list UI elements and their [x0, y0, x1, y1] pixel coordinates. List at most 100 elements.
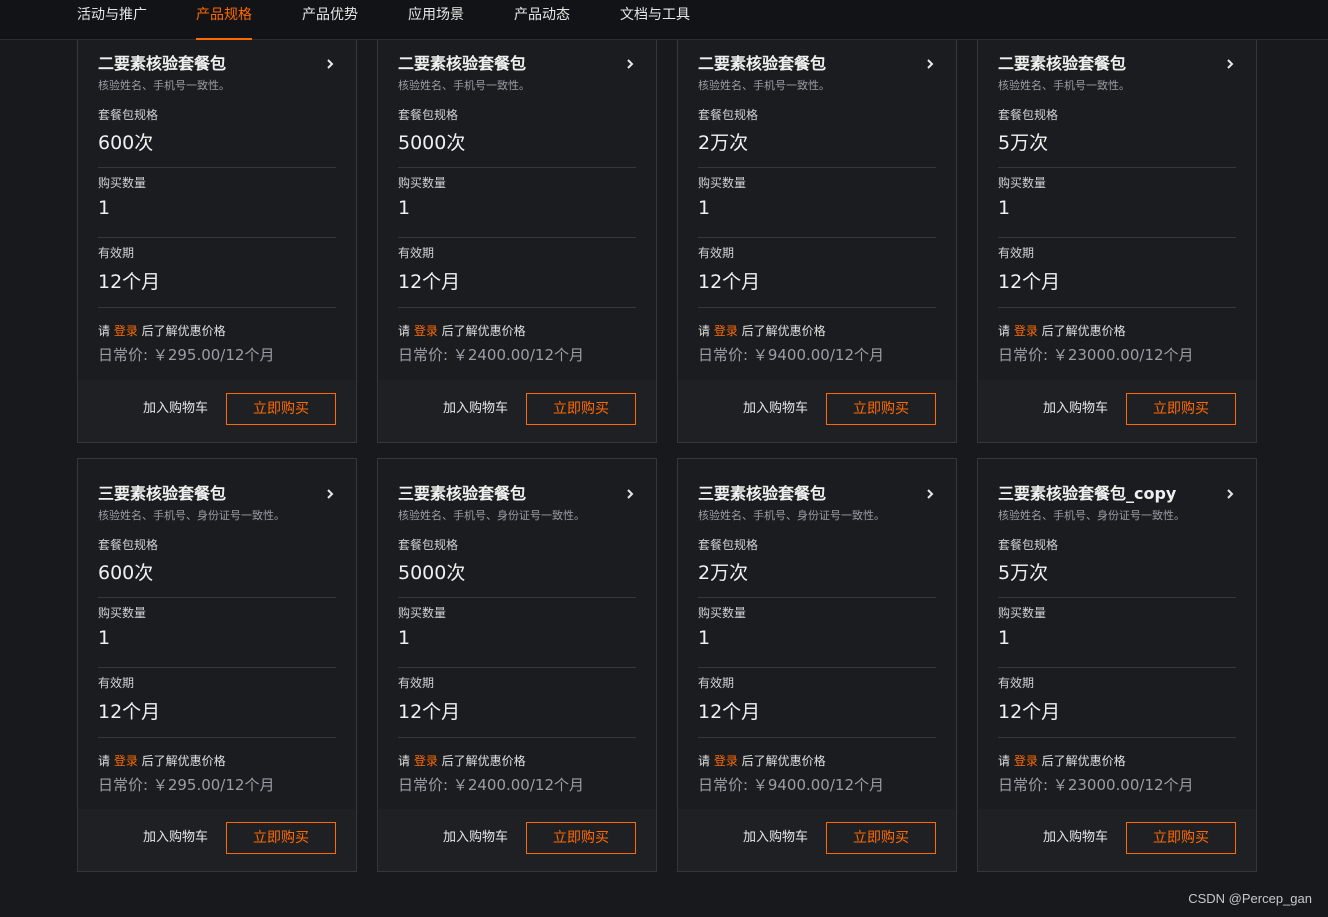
card-body: 二要素核验套餐包 核验姓名、手机号一致性。 套餐包规格 5000次 购买数量 1…: [398, 53, 636, 365]
quantity-label: 购买数量: [98, 176, 147, 190]
login-link[interactable]: 登录: [714, 324, 738, 338]
nav-tab-activities[interactable]: 活动与推广: [77, 0, 147, 40]
chevron-right-icon[interactable]: [924, 488, 936, 500]
buy-now-button[interactable]: 立即购买: [226, 393, 336, 425]
add-to-cart-button[interactable]: 加入购物车: [1043, 400, 1108, 418]
quantity-value[interactable]: 1: [98, 197, 110, 219]
validity-label: 有效期: [698, 246, 735, 260]
validity-label: 有效期: [98, 676, 135, 690]
spec-block: 套餐包规格 5万次: [998, 106, 1236, 168]
login-prompt: 请 登录 后了解优惠价格: [998, 752, 1236, 769]
validity-value[interactable]: 12个月: [98, 697, 160, 724]
add-to-cart-button[interactable]: 加入购物车: [443, 829, 508, 847]
add-to-cart-button[interactable]: 加入购物车: [1043, 829, 1108, 847]
add-to-cart-button[interactable]: 加入购物车: [143, 829, 208, 847]
regular-price: 日常价: ￥295.00/12个月: [98, 346, 275, 364]
card-title-row[interactable]: 二要素核验套餐包: [698, 53, 936, 75]
card-title[interactable]: 三要素核验套餐包: [98, 483, 336, 505]
add-to-cart-button[interactable]: 加入购物车: [743, 400, 808, 418]
chevron-right-icon[interactable]: [924, 58, 936, 70]
quantity-value[interactable]: 1: [698, 197, 710, 219]
add-to-cart-button[interactable]: 加入购物车: [443, 400, 508, 418]
nav-tab-docs[interactable]: 文档与工具: [620, 0, 690, 40]
nav-tab-advantages[interactable]: 产品优势: [302, 0, 358, 40]
spec-block: 套餐包规格 5000次: [398, 106, 636, 168]
login-prefix: 请: [698, 324, 714, 338]
card-title[interactable]: 三要素核验套餐包: [398, 483, 636, 505]
validity-value[interactable]: 12个月: [998, 697, 1060, 724]
quantity-block: 购买数量 1: [698, 168, 936, 238]
card-title-row[interactable]: 三要素核验套餐包: [398, 483, 636, 505]
spec-value[interactable]: 5000次: [398, 558, 465, 585]
quantity-value[interactable]: 1: [398, 627, 410, 649]
spec-label: 套餐包规格: [98, 108, 159, 122]
validity-value[interactable]: 12个月: [398, 267, 460, 294]
nav-tab-news[interactable]: 产品动态: [514, 0, 570, 40]
validity-value[interactable]: 12个月: [698, 697, 760, 724]
card-footer: 加入购物车 立即购买: [978, 809, 1256, 871]
card-body: 二要素核验套餐包 核验姓名、手机号一致性。 套餐包规格 600次 购买数量 1 …: [98, 53, 336, 365]
chevron-right-icon[interactable]: [624, 58, 636, 70]
login-link[interactable]: 登录: [1014, 754, 1038, 768]
validity-value[interactable]: 12个月: [698, 267, 760, 294]
quantity-value[interactable]: 1: [998, 197, 1010, 219]
login-link[interactable]: 登录: [1014, 324, 1038, 338]
chevron-right-icon[interactable]: [1224, 488, 1236, 500]
buy-now-button[interactable]: 立即购买: [1126, 393, 1236, 425]
card-title-row[interactable]: 二要素核验套餐包: [98, 53, 336, 75]
card-title[interactable]: 二要素核验套餐包: [98, 53, 336, 75]
card-title[interactable]: 三要素核验套餐包_copy: [998, 483, 1236, 505]
spec-value[interactable]: 5万次: [998, 128, 1048, 155]
spec-value[interactable]: 600次: [98, 558, 153, 585]
card-title[interactable]: 三要素核验套餐包: [698, 483, 936, 505]
card-title-row[interactable]: 三要素核验套餐包_copy: [998, 483, 1236, 505]
nav-tab-specs[interactable]: 产品规格: [196, 0, 252, 40]
quantity-value[interactable]: 1: [398, 197, 410, 219]
login-prefix: 请: [398, 324, 414, 338]
card-title[interactable]: 二要素核验套餐包: [998, 53, 1236, 75]
chevron-right-icon[interactable]: [324, 488, 336, 500]
spec-value[interactable]: 600次: [98, 128, 153, 155]
add-to-cart-button[interactable]: 加入购物车: [743, 829, 808, 847]
login-link[interactable]: 登录: [114, 754, 138, 768]
package-card: 二要素核验套餐包 核验姓名、手机号一致性。 套餐包规格 2万次 购买数量 1 有…: [677, 40, 957, 443]
login-link[interactable]: 登录: [114, 324, 138, 338]
add-to-cart-button[interactable]: 加入购物车: [143, 400, 208, 418]
quantity-value[interactable]: 1: [998, 627, 1010, 649]
login-prompt: 请 登录 后了解优惠价格: [398, 322, 636, 339]
card-title-row[interactable]: 三要素核验套餐包: [698, 483, 936, 505]
buy-now-button[interactable]: 立即购买: [826, 822, 936, 854]
login-link[interactable]: 登录: [714, 754, 738, 768]
buy-now-button[interactable]: 立即购买: [1126, 822, 1236, 854]
package-card: 二要素核验套餐包 核验姓名、手机号一致性。 套餐包规格 5000次 购买数量 1…: [377, 40, 657, 443]
spec-value[interactable]: 5万次: [998, 558, 1048, 585]
validity-value[interactable]: 12个月: [998, 267, 1060, 294]
validity-label: 有效期: [998, 246, 1035, 260]
chevron-right-icon[interactable]: [324, 58, 336, 70]
chevron-right-icon[interactable]: [624, 488, 636, 500]
login-link[interactable]: 登录: [414, 324, 438, 338]
spec-value[interactable]: 5000次: [398, 128, 465, 155]
watermark: CSDN @Percep_gan: [1188, 891, 1312, 906]
card-title-row[interactable]: 二要素核验套餐包: [998, 53, 1236, 75]
login-link[interactable]: 登录: [414, 754, 438, 768]
card-title-row[interactable]: 三要素核验套餐包: [98, 483, 336, 505]
quantity-value[interactable]: 1: [98, 627, 110, 649]
buy-now-button[interactable]: 立即购买: [526, 822, 636, 854]
validity-value[interactable]: 12个月: [98, 267, 160, 294]
card-title[interactable]: 二要素核验套餐包: [398, 53, 636, 75]
package-card: 三要素核验套餐包 核验姓名、手机号、身份证号一致性。 套餐包规格 5000次 购…: [377, 458, 657, 872]
spec-value[interactable]: 2万次: [698, 558, 748, 585]
quantity-value[interactable]: 1: [698, 627, 710, 649]
quantity-label: 购买数量: [398, 606, 447, 620]
validity-value[interactable]: 12个月: [398, 697, 460, 724]
card-title[interactable]: 二要素核验套餐包: [698, 53, 936, 75]
card-title-row[interactable]: 二要素核验套餐包: [398, 53, 636, 75]
buy-now-button[interactable]: 立即购买: [226, 822, 336, 854]
spec-value[interactable]: 2万次: [698, 128, 748, 155]
buy-now-button[interactable]: 立即购买: [526, 393, 636, 425]
chevron-right-icon[interactable]: [1224, 58, 1236, 70]
login-prefix: 请: [698, 754, 714, 768]
buy-now-button[interactable]: 立即购买: [826, 393, 936, 425]
nav-tab-scenarios[interactable]: 应用场景: [408, 0, 464, 40]
